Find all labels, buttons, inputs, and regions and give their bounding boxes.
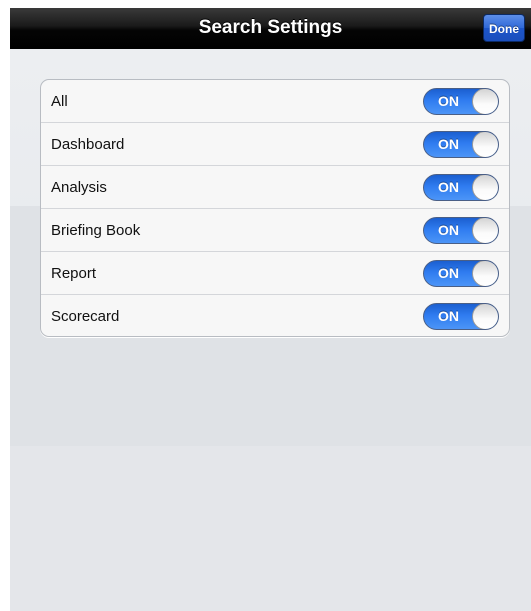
setting-label: Dashboard — [51, 136, 125, 153]
toggle-knob — [472, 132, 498, 157]
navigation-bar: Search Settings Done — [10, 8, 531, 49]
setting-label: Briefing Book — [51, 222, 141, 239]
toggle-state-label: ON — [438, 93, 459, 109]
toggle-knob — [472, 175, 498, 200]
search-settings-panel: Search Settings Done All ON Dashboard ON — [10, 8, 531, 611]
setting-row-dashboard: Dashboard ON — [41, 123, 509, 166]
setting-row-scorecard: Scorecard ON — [41, 295, 509, 336]
background-lower — [10, 446, 531, 611]
settings-content: All ON Dashboard ON Analysis ON Briefing… — [10, 49, 531, 611]
toggle-switch-all[interactable]: ON — [423, 88, 499, 115]
toggle-knob — [472, 304, 498, 329]
toggle-switch-analysis[interactable]: ON — [423, 174, 499, 201]
toggle-state-label: ON — [438, 308, 459, 324]
toggle-state-label: ON — [438, 265, 459, 281]
setting-row-briefing-book: Briefing Book ON — [41, 209, 509, 252]
toggle-knob — [472, 261, 498, 286]
setting-label: Analysis — [51, 179, 107, 196]
toggle-state-label: ON — [438, 222, 459, 238]
toggle-switch-dashboard[interactable]: ON — [423, 131, 499, 158]
done-button[interactable]: Done — [483, 14, 525, 42]
setting-row-analysis: Analysis ON — [41, 166, 509, 209]
setting-row-report: Report ON — [41, 252, 509, 295]
toggle-knob — [472, 218, 498, 243]
toggle-knob — [472, 89, 498, 114]
toggle-state-label: ON — [438, 136, 459, 152]
page-title: Search Settings — [198, 17, 343, 38]
setting-label: All — [51, 93, 68, 110]
toggle-state-label: ON — [438, 179, 459, 195]
toggle-switch-scorecard[interactable]: ON — [423, 303, 499, 330]
toggle-switch-report[interactable]: ON — [423, 260, 499, 287]
toggle-switch-briefing-book[interactable]: ON — [423, 217, 499, 244]
setting-label: Report — [51, 265, 97, 282]
settings-group: All ON Dashboard ON Analysis ON Briefing… — [40, 79, 510, 337]
setting-row-all: All ON — [41, 80, 509, 123]
setting-label: Scorecard — [51, 308, 120, 325]
